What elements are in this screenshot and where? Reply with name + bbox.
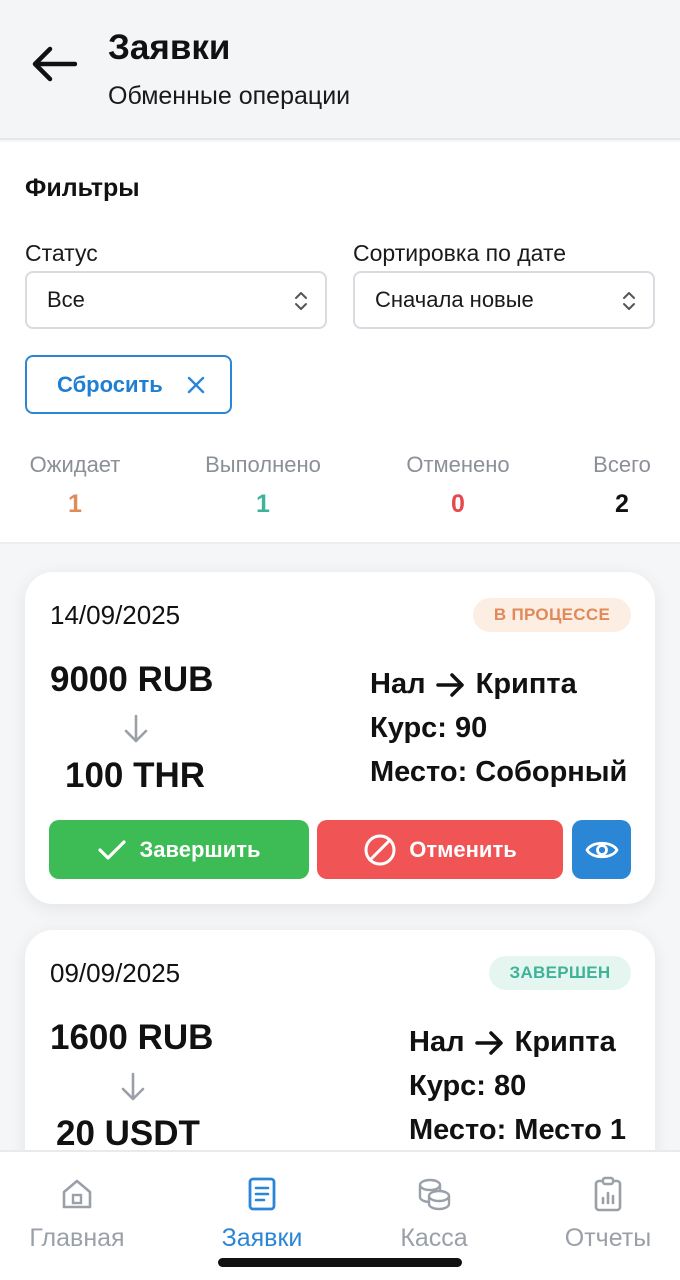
status-badge: ЗАВЕРШЕН — [489, 956, 631, 990]
arrow-down-icon — [121, 1072, 145, 1101]
stat-value: 0 — [451, 490, 465, 518]
direction-to: Крипта — [475, 668, 577, 700]
eye-icon — [585, 841, 618, 858]
status-badge: В ПРОЦЕССЕ — [473, 598, 631, 632]
exchange-rate: Курс: 80 — [409, 1070, 527, 1102]
stat-label: Всего — [593, 452, 651, 477]
home-icon — [62, 1179, 92, 1209]
nav-item-cash[interactable]: Касса — [394, 1176, 474, 1253]
nav-item-home[interactable]: Главная — [24, 1176, 130, 1253]
close-icon — [187, 376, 205, 394]
home-indicator — [218, 1258, 462, 1267]
from-amount: 9000 RUB — [50, 660, 214, 699]
stat-completed: Выполнено 1 — [199, 452, 327, 519]
arrow-left-icon — [32, 46, 77, 82]
sort-label: Сортировка по дате — [353, 240, 567, 266]
stat-total: Всего 2 — [589, 452, 655, 519]
stat-value: 2 — [615, 490, 629, 518]
cancel-button[interactable]: Отменить — [317, 820, 563, 879]
page-subtitle: Обменные операции — [108, 82, 351, 110]
stat-value: 1 — [256, 490, 270, 518]
status-select-value: Все — [47, 287, 85, 312]
order-date: 14/09/2025 — [50, 600, 181, 630]
check-icon — [98, 839, 127, 860]
chevron-updown-icon — [623, 292, 635, 310]
filters-title: Фильтры — [25, 174, 140, 202]
clipboard-chart-icon — [594, 1176, 622, 1212]
status-label: Статус — [25, 240, 98, 266]
reset-label: Сбросить — [57, 371, 163, 397]
stat-label: Отменено — [406, 452, 510, 477]
cancel-label: Отменить — [409, 836, 517, 862]
document-icon — [248, 1177, 276, 1211]
app-header: Заявки Обменные операции — [0, 0, 680, 140]
arrow-right-icon — [435, 673, 464, 698]
reset-filters-button[interactable]: Сбросить — [25, 355, 232, 414]
nav-label: Заявки — [221, 1224, 303, 1252]
exchange-place: Место: Место 1 — [409, 1114, 627, 1146]
nav-item-reports[interactable]: Отчеты — [560, 1176, 656, 1253]
direction-from: Нал — [370, 668, 426, 700]
direction-from: Нал — [409, 1026, 465, 1058]
stat-label: Ожидает — [29, 452, 121, 477]
order-card[interactable]: 14/09/2025 В ПРОЦЕССЕ 9000 RUB 100 THR Н… — [25, 572, 655, 904]
sort-select-value: Сначала новые — [375, 287, 534, 312]
stat-cancelled: Отменено 0 — [400, 452, 516, 519]
filters-panel: Фильтры Статус Все Сортировка по дате Сн… — [0, 142, 680, 544]
exchange-place: Место: Соборный — [370, 756, 628, 788]
arrow-right-icon — [474, 1031, 503, 1056]
nav-label: Касса — [400, 1224, 468, 1252]
exchange-rate: Курс: 90 — [370, 712, 488, 744]
nav-item-orders[interactable]: Заявки — [214, 1176, 310, 1253]
direction-to: Крипта — [514, 1026, 616, 1058]
exchange-direction: Нал Крипта — [409, 1026, 616, 1059]
complete-button[interactable]: Завершить — [49, 820, 309, 879]
nav-label: Отчеты — [564, 1224, 652, 1252]
coins-icon — [418, 1178, 451, 1211]
arrow-down-icon — [124, 714, 148, 743]
to-amount: 20 USDT — [56, 1114, 200, 1153]
order-date: 09/09/2025 — [50, 958, 181, 988]
stat-label: Выполнено — [205, 452, 321, 477]
stat-pending: Ожидает 1 — [25, 452, 125, 519]
block-icon — [364, 834, 396, 865]
back-button[interactable] — [30, 40, 78, 88]
chevron-updown-icon — [295, 292, 307, 310]
to-amount: 100 THR — [65, 756, 206, 795]
exchange-direction: Нал Крипта — [370, 668, 577, 701]
from-amount: 1600 RUB — [50, 1018, 214, 1057]
stat-value: 1 — [68, 490, 82, 518]
complete-label: Завершить — [139, 836, 261, 862]
nav-label: Главная — [29, 1224, 125, 1252]
sort-select[interactable]: Сначала новые — [353, 271, 655, 329]
status-select[interactable]: Все — [25, 271, 327, 329]
page-title: Заявки — [108, 28, 231, 67]
view-button[interactable] — [572, 820, 631, 879]
